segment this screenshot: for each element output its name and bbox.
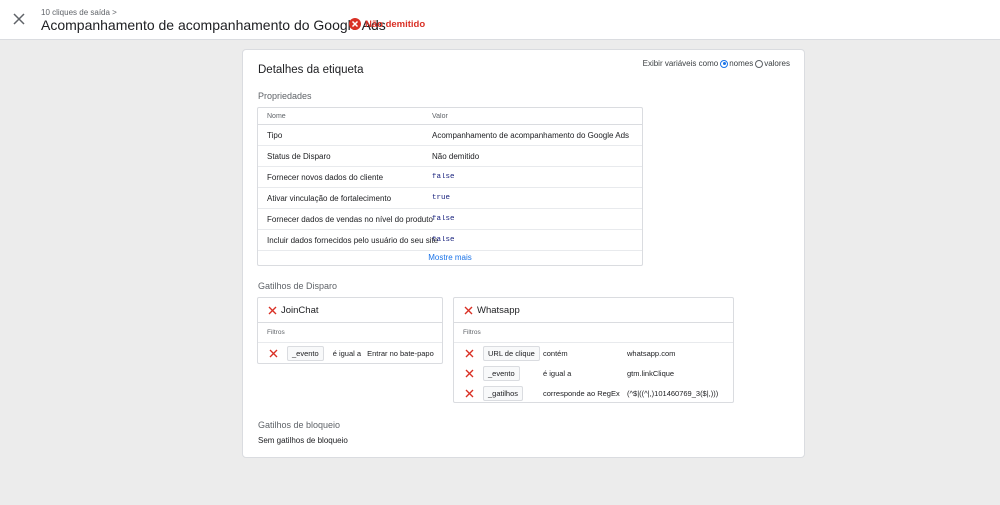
property-value: Não demitido bbox=[432, 151, 480, 161]
filters-label: Filtros bbox=[258, 323, 442, 343]
filter-row: _gatilhos corresponde ao RegEx (^$|((^|,… bbox=[454, 383, 733, 403]
close-icon bbox=[465, 369, 483, 378]
card-title: Detalhes da etiqueta bbox=[258, 64, 364, 76]
filter-operator: contém bbox=[543, 348, 568, 358]
property-name: Fornecer dados de vendas no nível do pro… bbox=[267, 214, 433, 224]
table-row: Status de Disparo Não demitido bbox=[258, 146, 642, 167]
radio-names[interactable] bbox=[720, 59, 729, 68]
filter-variable: _evento bbox=[483, 365, 520, 381]
property-name: Fornecer novos dados do cliente bbox=[267, 172, 384, 182]
property-name: Ativar vinculação de fortalecimento bbox=[267, 193, 392, 203]
filter-value: gtm.linkClique bbox=[627, 368, 675, 378]
trigger-name: JoinChat bbox=[281, 304, 319, 316]
status-text: Não demitido bbox=[365, 18, 426, 30]
table-row: Incluir dados fornecidos pelo usuário do… bbox=[258, 230, 642, 251]
trigger-name: Whatsapp bbox=[477, 304, 520, 316]
trigger-header[interactable]: Whatsapp bbox=[454, 298, 733, 323]
filter-operator: é igual a bbox=[332, 348, 362, 358]
trigger-card-joinchat[interactable]: JoinChat Filtros _evento é igual a Entra… bbox=[257, 297, 443, 364]
filter-value: (^$|((^|,)101460769_3($|,))) bbox=[627, 388, 719, 398]
radio-names-label[interactable]: nomes bbox=[729, 59, 753, 68]
radio-values-label[interactable]: valores bbox=[764, 59, 790, 68]
property-value: false bbox=[432, 236, 455, 244]
table-row: Ativar vinculação de fortalecimento true bbox=[258, 188, 642, 209]
filter-operator: é igual a bbox=[543, 368, 572, 378]
close-icon bbox=[464, 306, 473, 314]
close-icon bbox=[269, 349, 287, 358]
filter-row: _evento é igual a Entrar no bate-papo bbox=[258, 343, 442, 363]
no-blocking-triggers-text: Sem gatilhos de bloqueio bbox=[258, 436, 348, 445]
filter-variable: _evento bbox=[287, 345, 324, 361]
breadcrumb[interactable]: 10 cliques de saída > bbox=[41, 8, 117, 17]
property-value: Acompanhamento de acompanhamento do Goog… bbox=[432, 130, 630, 140]
filter-value: Entrar no bate-papo bbox=[367, 348, 434, 358]
radio-values[interactable] bbox=[755, 59, 764, 68]
table-row: Tipo Acompanhamento de acompanhamento do… bbox=[258, 125, 642, 146]
property-name: Status de Disparo bbox=[267, 151, 331, 161]
close-icon bbox=[465, 349, 483, 358]
display-variables-toggle: Exibir variáveis como nomes valores bbox=[643, 59, 790, 68]
top-bar: 10 cliques de saída > Acompanhamento de … bbox=[0, 0, 1000, 40]
filter-operator: corresponde ao RegEx bbox=[543, 388, 620, 398]
close-icon[interactable] bbox=[12, 12, 26, 26]
column-value-header: Valor bbox=[432, 112, 448, 120]
trigger-card-whatsapp[interactable]: Whatsapp Filtros URL de clique contém wh… bbox=[453, 297, 734, 403]
properties-table: Nome Valor Tipo Acompanhamento de acompa… bbox=[257, 107, 643, 266]
column-name-header: Nome bbox=[267, 112, 286, 120]
trigger-header[interactable]: JoinChat bbox=[258, 298, 442, 323]
table-row: Fornecer dados de vendas no nível do pro… bbox=[258, 209, 642, 230]
tag-details-card: Detalhes da etiqueta Exibir variáveis co… bbox=[242, 49, 805, 458]
property-value: false bbox=[432, 215, 455, 223]
properties-title: Propriedades bbox=[258, 91, 312, 101]
filter-variable: URL de clique bbox=[483, 345, 540, 361]
close-icon bbox=[268, 306, 277, 314]
blocking-triggers-title: Gatilhos de bloqueio bbox=[258, 420, 341, 430]
page-title: Acompanhamento de acompanhamento do Goog… bbox=[41, 17, 386, 33]
status-badge: Não demitido bbox=[349, 18, 425, 30]
table-header: Nome Valor bbox=[258, 108, 642, 125]
error-icon bbox=[349, 18, 361, 30]
property-name: Tipo bbox=[267, 130, 283, 140]
filter-row: _evento é igual a gtm.linkClique bbox=[454, 363, 733, 383]
property-value: false bbox=[432, 173, 455, 181]
filters-label: Filtros bbox=[454, 323, 733, 343]
filter-value: whatsapp.com bbox=[627, 348, 676, 358]
firing-triggers-title: Gatilhos de Disparo bbox=[258, 281, 338, 291]
table-row: Fornecer novos dados do cliente false bbox=[258, 167, 642, 188]
show-more-link[interactable]: Mostre mais bbox=[258, 251, 642, 265]
display-label: Exibir variáveis como bbox=[642, 59, 719, 68]
property-name: Incluir dados fornecidos pelo usuário do… bbox=[267, 235, 439, 245]
filter-row: URL de clique contém whatsapp.com bbox=[454, 343, 733, 363]
close-icon bbox=[465, 389, 483, 398]
property-value: true bbox=[432, 194, 451, 202]
filter-variable: _gatilhos bbox=[483, 385, 524, 401]
